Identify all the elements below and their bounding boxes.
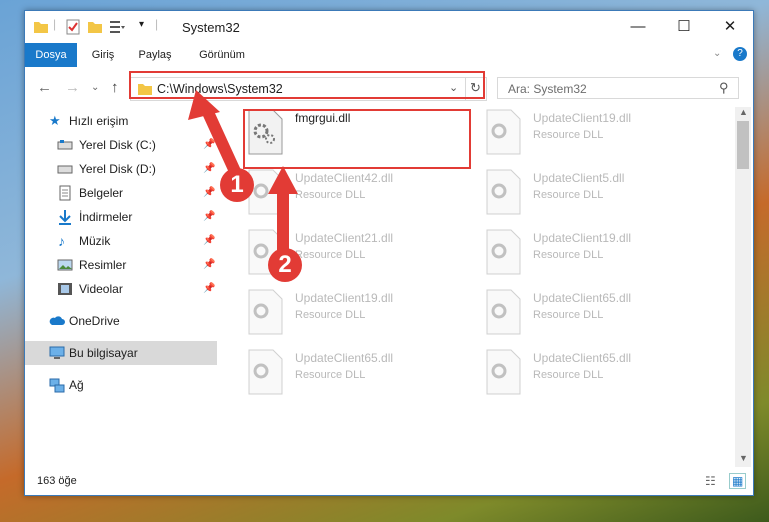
step-badge-2: 2 (268, 248, 302, 282)
step-badge-1: 1 (220, 168, 254, 202)
annotation-arrows (188, 90, 298, 258)
arrow-head (268, 166, 298, 194)
